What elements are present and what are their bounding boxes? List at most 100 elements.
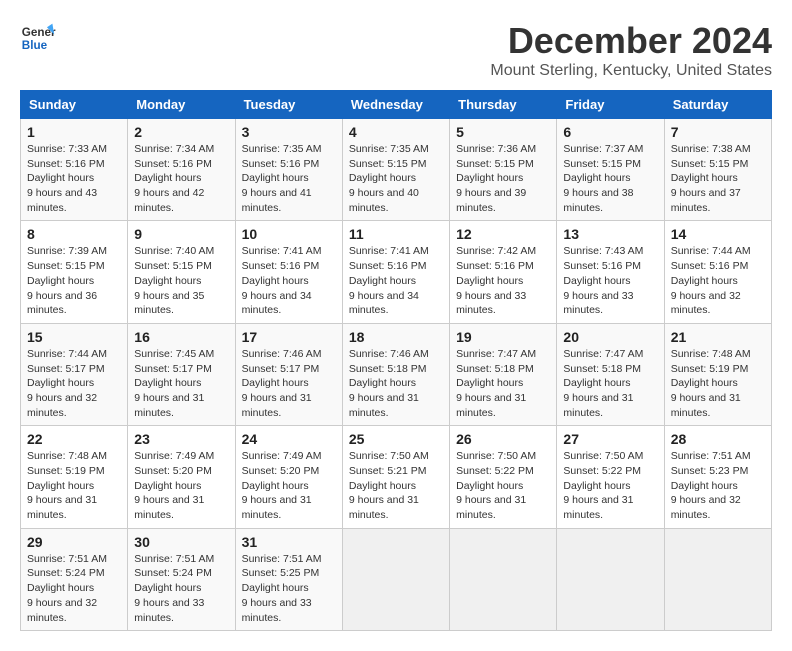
day-number: 5 <box>456 124 550 140</box>
day-number: 18 <box>349 329 443 345</box>
calendar-subtitle: Mount Sterling, Kentucky, United States <box>490 62 772 80</box>
day-number: 17 <box>242 329 336 345</box>
day-number: 30 <box>134 534 228 550</box>
calendar-cell: 27 Sunrise: 7:50 AMSunset: 5:22 PMDaylig… <box>557 426 664 528</box>
weekday-header-saturday: Saturday <box>664 91 771 119</box>
day-number: 1 <box>27 124 121 140</box>
calendar-cell: 11 Sunrise: 7:41 AMSunset: 5:16 PMDaylig… <box>342 221 449 323</box>
day-info: Sunrise: 7:41 AMSunset: 5:16 PMDaylight … <box>349 245 429 316</box>
day-info: Sunrise: 7:51 AMSunset: 5:25 PMDaylight … <box>242 553 322 624</box>
calendar-cell: 5 Sunrise: 7:36 AMSunset: 5:15 PMDayligh… <box>450 119 557 221</box>
day-number: 22 <box>27 431 121 447</box>
day-info: Sunrise: 7:37 AMSunset: 5:15 PMDaylight … <box>563 143 643 214</box>
calendar-cell: 12 Sunrise: 7:42 AMSunset: 5:16 PMDaylig… <box>450 221 557 323</box>
day-info: Sunrise: 7:50 AMSunset: 5:22 PMDaylight … <box>563 450 643 521</box>
calendar-cell <box>557 528 664 630</box>
weekday-header-friday: Friday <box>557 91 664 119</box>
day-number: 25 <box>349 431 443 447</box>
day-info: Sunrise: 7:51 AMSunset: 5:24 PMDaylight … <box>27 553 107 624</box>
day-info: Sunrise: 7:47 AMSunset: 5:18 PMDaylight … <box>563 348 643 419</box>
day-info: Sunrise: 7:38 AMSunset: 5:15 PMDaylight … <box>671 143 751 214</box>
day-number: 2 <box>134 124 228 140</box>
calendar-header: SundayMondayTuesdayWednesdayThursdayFrid… <box>21 91 772 119</box>
calendar-week-3: 15 Sunrise: 7:44 AMSunset: 5:17 PMDaylig… <box>21 323 772 425</box>
day-number: 13 <box>563 226 657 242</box>
calendar-week-4: 22 Sunrise: 7:48 AMSunset: 5:19 PMDaylig… <box>21 426 772 528</box>
weekday-header-sunday: Sunday <box>21 91 128 119</box>
day-info: Sunrise: 7:33 AMSunset: 5:16 PMDaylight … <box>27 143 107 214</box>
day-info: Sunrise: 7:39 AMSunset: 5:15 PMDaylight … <box>27 245 107 316</box>
day-number: 12 <box>456 226 550 242</box>
calendar-cell: 2 Sunrise: 7:34 AMSunset: 5:16 PMDayligh… <box>128 119 235 221</box>
calendar-week-5: 29 Sunrise: 7:51 AMSunset: 5:24 PMDaylig… <box>21 528 772 630</box>
day-info: Sunrise: 7:35 AMSunset: 5:15 PMDaylight … <box>349 143 429 214</box>
calendar-cell: 23 Sunrise: 7:49 AMSunset: 5:20 PMDaylig… <box>128 426 235 528</box>
day-number: 4 <box>349 124 443 140</box>
calendar-cell: 17 Sunrise: 7:46 AMSunset: 5:17 PMDaylig… <box>235 323 342 425</box>
calendar-cell: 10 Sunrise: 7:41 AMSunset: 5:16 PMDaylig… <box>235 221 342 323</box>
day-number: 31 <box>242 534 336 550</box>
weekday-header-thursday: Thursday <box>450 91 557 119</box>
calendar-cell: 19 Sunrise: 7:47 AMSunset: 5:18 PMDaylig… <box>450 323 557 425</box>
day-info: Sunrise: 7:50 AMSunset: 5:21 PMDaylight … <box>349 450 429 521</box>
calendar-title: December 2024 <box>490 20 772 62</box>
calendar-cell <box>342 528 449 630</box>
day-info: Sunrise: 7:49 AMSunset: 5:20 PMDaylight … <box>134 450 214 521</box>
calendar-cell: 6 Sunrise: 7:37 AMSunset: 5:15 PMDayligh… <box>557 119 664 221</box>
calendar-body: 1 Sunrise: 7:33 AMSunset: 5:16 PMDayligh… <box>21 119 772 631</box>
day-info: Sunrise: 7:48 AMSunset: 5:19 PMDaylight … <box>27 450 107 521</box>
day-info: Sunrise: 7:48 AMSunset: 5:19 PMDaylight … <box>671 348 751 419</box>
weekday-header-wednesday: Wednesday <box>342 91 449 119</box>
day-info: Sunrise: 7:36 AMSunset: 5:15 PMDaylight … <box>456 143 536 214</box>
logo-icon: General Blue <box>20 20 56 56</box>
calendar-cell: 3 Sunrise: 7:35 AMSunset: 5:16 PMDayligh… <box>235 119 342 221</box>
calendar-week-2: 8 Sunrise: 7:39 AMSunset: 5:15 PMDayligh… <box>21 221 772 323</box>
calendar-cell <box>450 528 557 630</box>
day-info: Sunrise: 7:40 AMSunset: 5:15 PMDaylight … <box>134 245 214 316</box>
calendar-cell: 9 Sunrise: 7:40 AMSunset: 5:15 PMDayligh… <box>128 221 235 323</box>
weekday-header-tuesday: Tuesday <box>235 91 342 119</box>
calendar-cell: 22 Sunrise: 7:48 AMSunset: 5:19 PMDaylig… <box>21 426 128 528</box>
svg-text:Blue: Blue <box>22 39 48 52</box>
calendar-cell <box>664 528 771 630</box>
day-info: Sunrise: 7:50 AMSunset: 5:22 PMDaylight … <box>456 450 536 521</box>
calendar-table: SundayMondayTuesdayWednesdayThursdayFrid… <box>20 90 772 631</box>
day-number: 7 <box>671 124 765 140</box>
day-info: Sunrise: 7:46 AMSunset: 5:17 PMDaylight … <box>242 348 322 419</box>
day-number: 8 <box>27 226 121 242</box>
day-info: Sunrise: 7:51 AMSunset: 5:24 PMDaylight … <box>134 553 214 624</box>
calendar-cell: 13 Sunrise: 7:43 AMSunset: 5:16 PMDaylig… <box>557 221 664 323</box>
day-number: 10 <box>242 226 336 242</box>
calendar-cell: 18 Sunrise: 7:46 AMSunset: 5:18 PMDaylig… <box>342 323 449 425</box>
calendar-cell: 24 Sunrise: 7:49 AMSunset: 5:20 PMDaylig… <box>235 426 342 528</box>
calendar-cell: 26 Sunrise: 7:50 AMSunset: 5:22 PMDaylig… <box>450 426 557 528</box>
day-number: 23 <box>134 431 228 447</box>
day-number: 6 <box>563 124 657 140</box>
day-number: 9 <box>134 226 228 242</box>
day-info: Sunrise: 7:47 AMSunset: 5:18 PMDaylight … <box>456 348 536 419</box>
calendar-cell: 28 Sunrise: 7:51 AMSunset: 5:23 PMDaylig… <box>664 426 771 528</box>
day-number: 24 <box>242 431 336 447</box>
day-number: 11 <box>349 226 443 242</box>
day-number: 16 <box>134 329 228 345</box>
calendar-cell: 4 Sunrise: 7:35 AMSunset: 5:15 PMDayligh… <box>342 119 449 221</box>
day-number: 29 <box>27 534 121 550</box>
day-info: Sunrise: 7:34 AMSunset: 5:16 PMDaylight … <box>134 143 214 214</box>
day-number: 20 <box>563 329 657 345</box>
day-number: 19 <box>456 329 550 345</box>
calendar-week-1: 1 Sunrise: 7:33 AMSunset: 5:16 PMDayligh… <box>21 119 772 221</box>
calendar-cell: 14 Sunrise: 7:44 AMSunset: 5:16 PMDaylig… <box>664 221 771 323</box>
calendar-cell: 7 Sunrise: 7:38 AMSunset: 5:15 PMDayligh… <box>664 119 771 221</box>
day-info: Sunrise: 7:51 AMSunset: 5:23 PMDaylight … <box>671 450 751 521</box>
calendar-cell: 31 Sunrise: 7:51 AMSunset: 5:25 PMDaylig… <box>235 528 342 630</box>
day-number: 21 <box>671 329 765 345</box>
weekday-header-row: SundayMondayTuesdayWednesdayThursdayFrid… <box>21 91 772 119</box>
day-info: Sunrise: 7:35 AMSunset: 5:16 PMDaylight … <box>242 143 322 214</box>
day-number: 26 <box>456 431 550 447</box>
logo: General Blue <box>20 20 56 56</box>
calendar-cell: 1 Sunrise: 7:33 AMSunset: 5:16 PMDayligh… <box>21 119 128 221</box>
day-info: Sunrise: 7:44 AMSunset: 5:17 PMDaylight … <box>27 348 107 419</box>
calendar-cell: 30 Sunrise: 7:51 AMSunset: 5:24 PMDaylig… <box>128 528 235 630</box>
day-number: 28 <box>671 431 765 447</box>
weekday-header-monday: Monday <box>128 91 235 119</box>
